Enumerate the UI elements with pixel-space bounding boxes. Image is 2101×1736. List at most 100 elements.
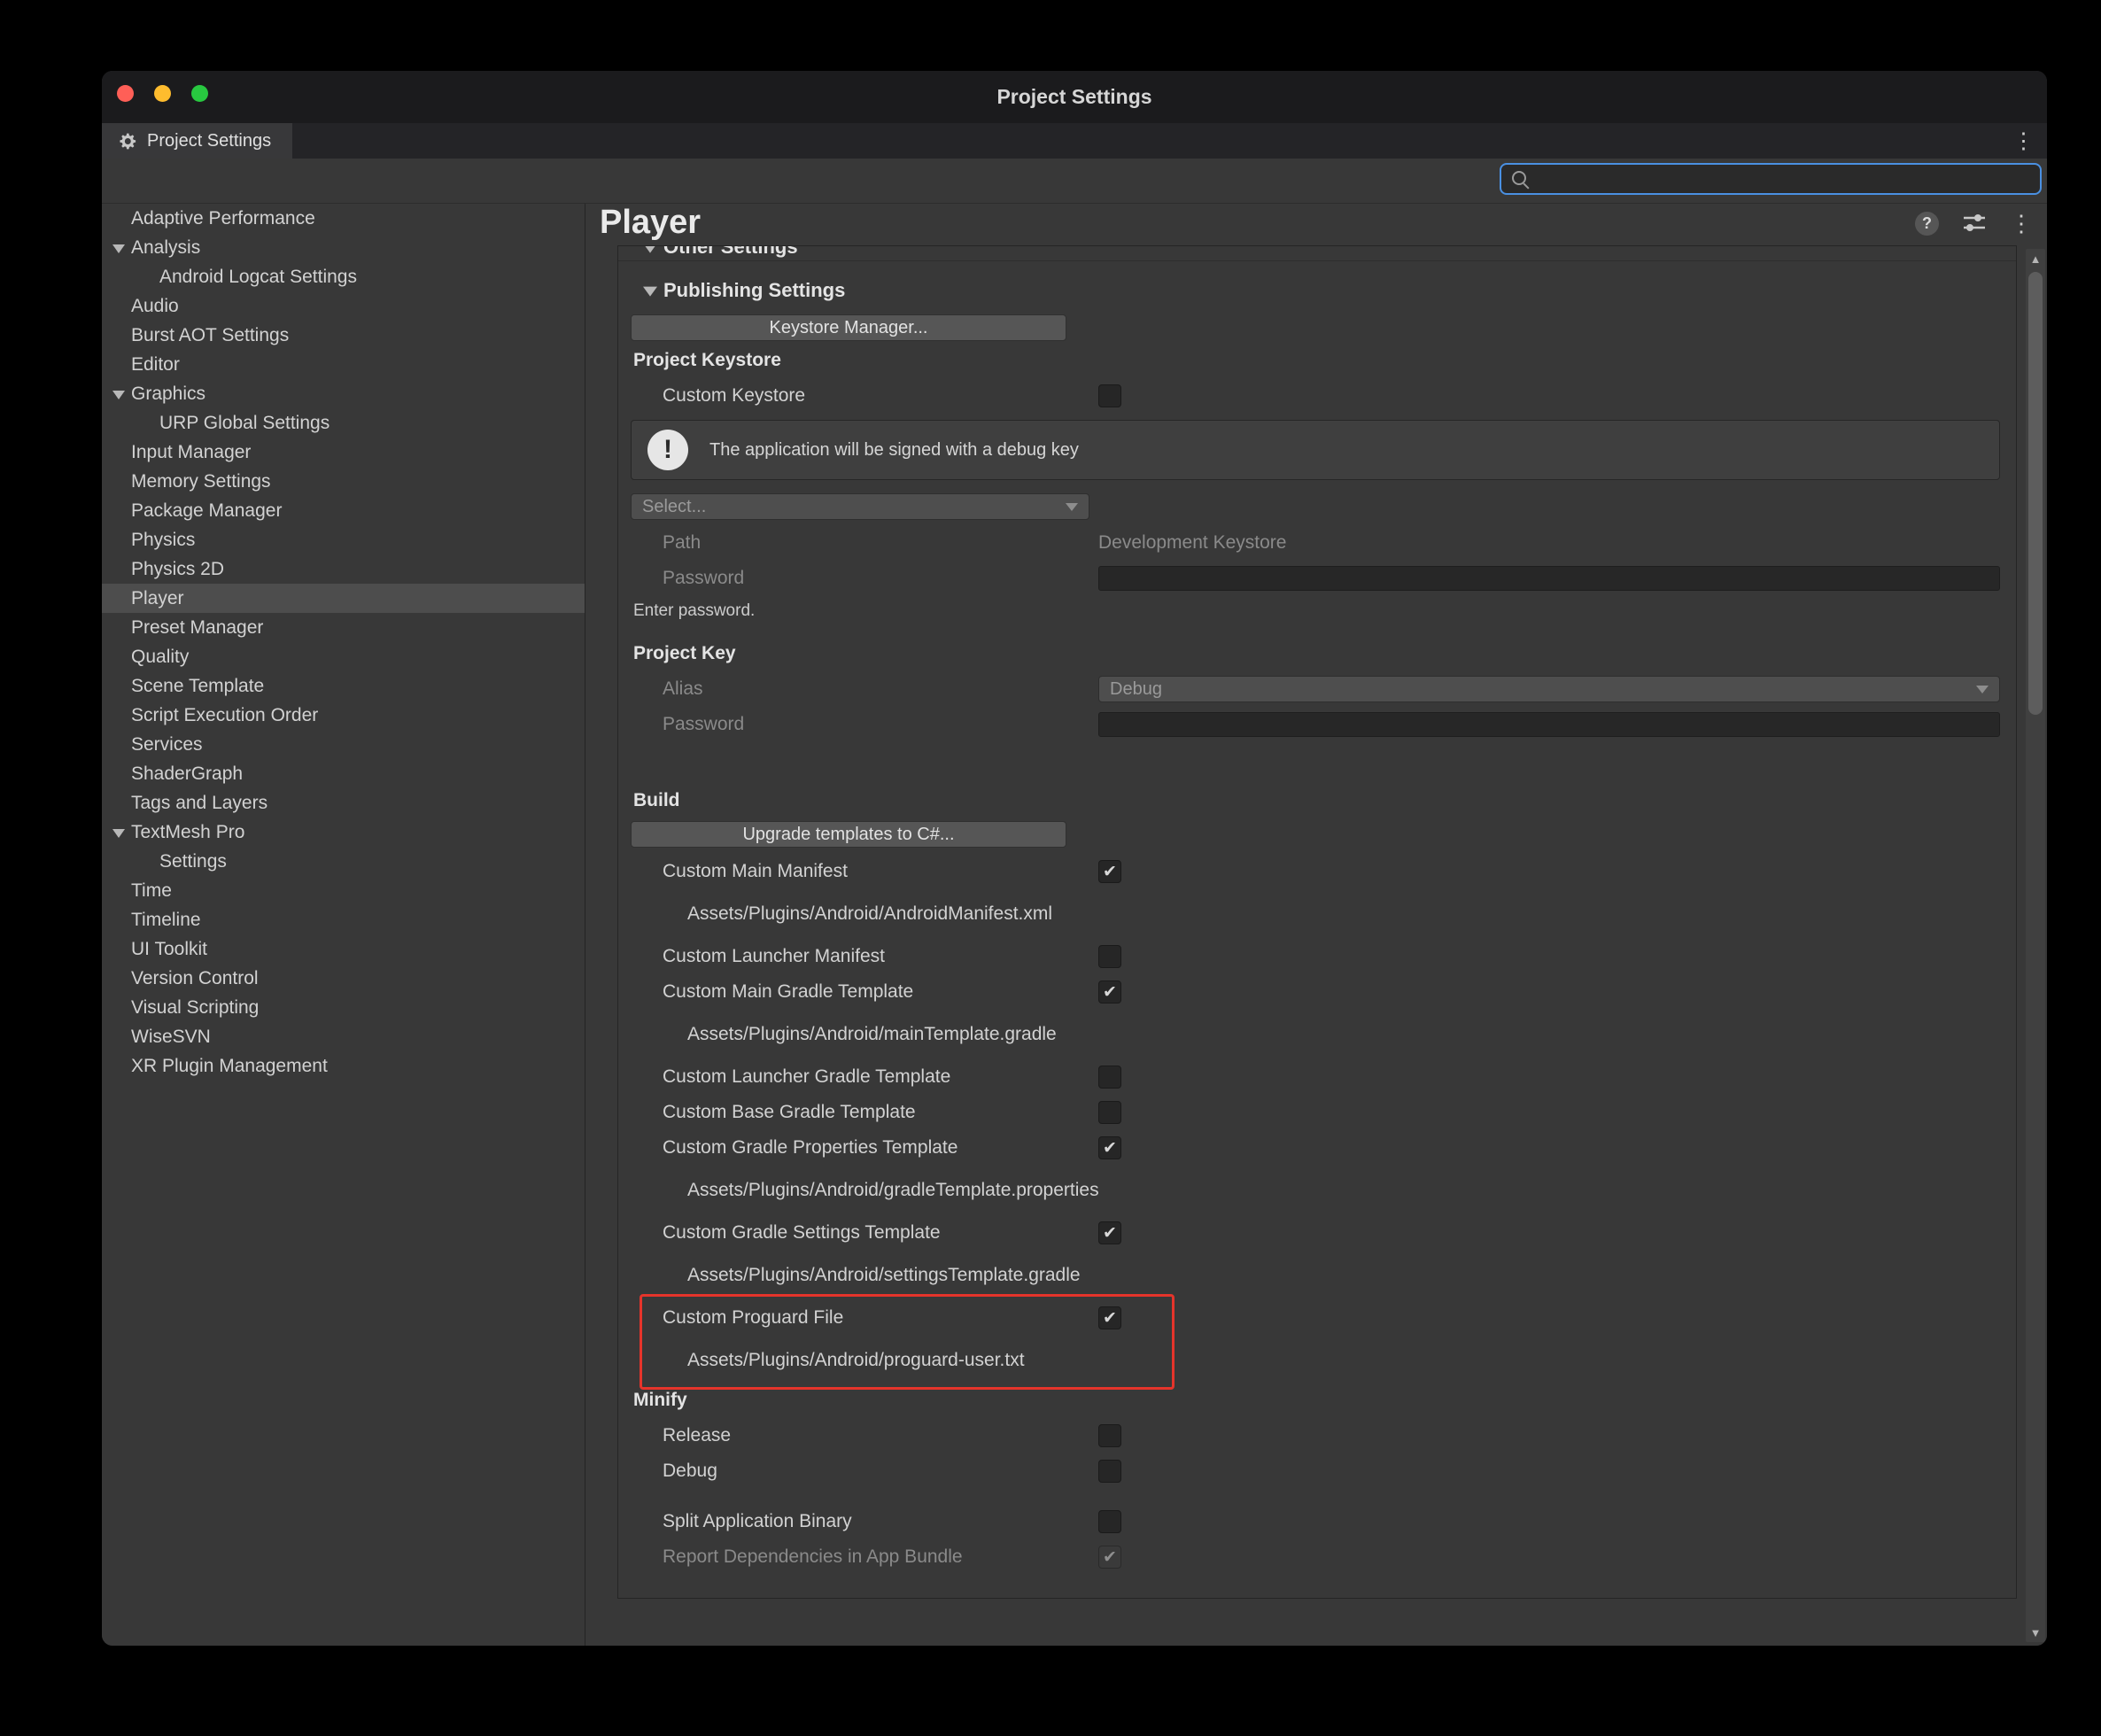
checkmark-icon: ✔ [1103, 864, 1117, 880]
scroll-up-button[interactable]: ▲ [2026, 249, 2045, 268]
keystore-select-dropdown[interactable]: Select... [631, 493, 1089, 520]
keystore-manager-button[interactable]: Keystore Manager... [631, 314, 1066, 341]
sidebar-item-xr-plugin-management[interactable]: XR Plugin Management [102, 1051, 585, 1081]
checkbox-custom-launcher-gradle-template[interactable] [1098, 1066, 1121, 1089]
sidebar-item-urp-global-settings[interactable]: URP Global Settings [102, 408, 585, 438]
checkbox-custom-gradle-settings-template[interactable]: ✔ [1098, 1221, 1121, 1244]
sidebar-item-adaptive-performance[interactable]: Adaptive Performance [102, 204, 585, 233]
window-controls [117, 85, 208, 102]
checkbox-split-application-binary[interactable] [1098, 1510, 1121, 1533]
search-input[interactable] [1500, 163, 2042, 195]
sidebar-item-settings[interactable]: Settings [102, 847, 585, 876]
sidebar-item-time[interactable]: Time [102, 876, 585, 905]
sidebar-item-input-manager[interactable]: Input Manager [102, 438, 585, 467]
sidebar-item-graphics[interactable]: Graphics [102, 379, 585, 408]
checkbox-debug[interactable] [1098, 1460, 1121, 1483]
checkbox-custom-launcher-manifest[interactable] [1098, 945, 1121, 968]
sidebar-item-shadergraph[interactable]: ShaderGraph [102, 759, 585, 788]
section-foldout-publishing-settings[interactable]: Publishing Settings [618, 274, 2016, 307]
sidebar-item-burst-aot-settings[interactable]: Burst AOT Settings [102, 321, 585, 350]
more-menu-icon[interactable]: ⋮ [2010, 212, 2033, 235]
sidebar-item-physics[interactable]: Physics [102, 525, 585, 554]
path-row: Assets/Plugins/Android/AndroidManifest.x… [618, 896, 2016, 932]
password-input[interactable] [1098, 566, 2000, 591]
sidebar-item-label: Time [131, 880, 172, 902]
sidebar-item-ui-toolkit[interactable]: UI Toolkit [102, 934, 585, 964]
sidebar-item-label: Player [131, 588, 184, 609]
sidebar-item-physics-2d[interactable]: Physics 2D [102, 554, 585, 584]
foldout-triangle-icon[interactable] [112, 244, 125, 253]
sidebar-item-analysis[interactable]: Analysis [102, 233, 585, 262]
sidebar-item-package-manager[interactable]: Package Manager [102, 496, 585, 525]
sidebar-item-tags-and-layers[interactable]: Tags and Layers [102, 788, 585, 818]
sidebar-item-label: Input Manager [131, 442, 251, 463]
sidebar-item-visual-scripting[interactable]: Visual Scripting [102, 993, 585, 1022]
sidebar-item-services[interactable]: Services [102, 730, 585, 759]
setting-label: Debug [663, 1461, 717, 1482]
sidebar-item-label: XR Plugin Management [131, 1056, 328, 1077]
presets-icon[interactable] [1962, 213, 1987, 234]
sidebar-item-label: Tags and Layers [131, 793, 267, 814]
minimize-button[interactable] [154, 85, 171, 102]
scroll-down-button[interactable]: ▼ [2026, 1623, 2045, 1642]
sidebar-item-editor[interactable]: Editor [102, 350, 585, 379]
sidebar-item-label: Memory Settings [131, 471, 271, 492]
password-input[interactable] [1098, 712, 2000, 737]
foldout-triangle-icon[interactable] [643, 287, 657, 297]
close-button[interactable] [117, 85, 134, 102]
checkbox-custom-base-gradle-template[interactable] [1098, 1101, 1121, 1124]
window-menu-icon[interactable]: ⋮ [2012, 123, 2035, 159]
button-row: Keystore Manager... [618, 314, 2016, 341]
titlebar[interactable]: Project Settings [102, 71, 2047, 123]
sidebar-item-audio[interactable]: Audio [102, 291, 585, 321]
vertical-scrollbar[interactable]: ▲ ▼ [2026, 249, 2045, 1642]
toolbar [102, 159, 2047, 203]
sidebar-item-label: Physics 2D [131, 559, 224, 580]
sidebar-item-quality[interactable]: Quality [102, 642, 585, 671]
zoom-button[interactable] [191, 85, 208, 102]
foldout-triangle-icon[interactable] [112, 391, 125, 399]
chevron-down-icon [1066, 503, 1078, 511]
checkbox-release[interactable] [1098, 1424, 1121, 1447]
window-body: Adaptive PerformanceAnalysisAndroid Logc… [102, 203, 2047, 1646]
sidebar-item-label: Package Manager [131, 500, 282, 522]
sidebar-item-android-logcat-settings[interactable]: Android Logcat Settings [102, 262, 585, 291]
sidebar-item-version-control[interactable]: Version Control [102, 964, 585, 993]
sidebar-item-textmesh-pro[interactable]: TextMesh Pro [102, 818, 585, 847]
sidebar-item-wisesvn[interactable]: WiseSVN [102, 1022, 585, 1051]
checkbox-custom-main-gradle-template[interactable]: ✔ [1098, 980, 1121, 1004]
sidebar-item-preset-manager[interactable]: Preset Manager [102, 613, 585, 642]
foldout-triangle-icon[interactable] [643, 245, 657, 253]
sidebar-item-script-execution-order[interactable]: Script Execution Order [102, 701, 585, 730]
group-label-row: Project Key [618, 639, 2016, 669]
sidebar-item-player[interactable]: Player [102, 584, 585, 613]
setting-label: Custom Keystore [663, 385, 805, 407]
checkbox-report-dependencies-in-app-bundle[interactable]: ✔ [1098, 1546, 1121, 1569]
tab-project-settings[interactable]: Project Settings [102, 123, 292, 159]
search-icon [1512, 171, 1526, 185]
checkbox-custom-proguard-file[interactable]: ✔ [1098, 1306, 1121, 1329]
checkbox-custom-main-manifest[interactable]: ✔ [1098, 860, 1121, 883]
highlight-group: Custom Proguard File✔Assets/Plugins/Andr… [618, 1300, 2016, 1378]
setting-label: Custom Launcher Manifest [663, 946, 885, 967]
sidebar-item-scene-template[interactable]: Scene Template [102, 671, 585, 701]
checkbox-custom-gradle-properties-template[interactable]: ✔ [1098, 1136, 1121, 1159]
help-icon[interactable]: ? [1915, 212, 1939, 236]
button-row: Upgrade templates to C#... [618, 821, 2016, 848]
settings-content: Other Settings Publishing Settings Keystor… [617, 245, 2017, 1599]
foldout-triangle-icon[interactable] [112, 829, 125, 838]
upgrade-templates-to-c-button[interactable]: Upgrade templates to C#... [631, 821, 1066, 848]
scrollbar-thumb[interactable] [2028, 272, 2043, 715]
main-panel: Player ? ⋮ Other SettingsPublishing Sett… [585, 204, 2047, 1646]
setting-row-alias: AliasDebug [618, 674, 2016, 704]
alias-dropdown[interactable]: Debug [1098, 676, 2000, 702]
checkmark-icon: ✔ [1103, 1140, 1117, 1157]
sidebar-item-timeline[interactable]: Timeline [102, 905, 585, 934]
project-settings-window: Project Settings Project Settings ⋮ Adap… [102, 71, 2047, 1646]
section-foldout-other-settings[interactable]: Other Settings [618, 245, 2016, 261]
setting-row-report-dependencies-in-app-bundle: Report Dependencies in App Bundle✔ [618, 1539, 2016, 1575]
sidebar-item-memory-settings[interactable]: Memory Settings [102, 467, 585, 496]
field-value: Development Keystore [1098, 532, 2000, 554]
info-text: The application will be signed with a de… [709, 440, 1079, 461]
checkbox-custom-keystore[interactable] [1098, 384, 1121, 407]
